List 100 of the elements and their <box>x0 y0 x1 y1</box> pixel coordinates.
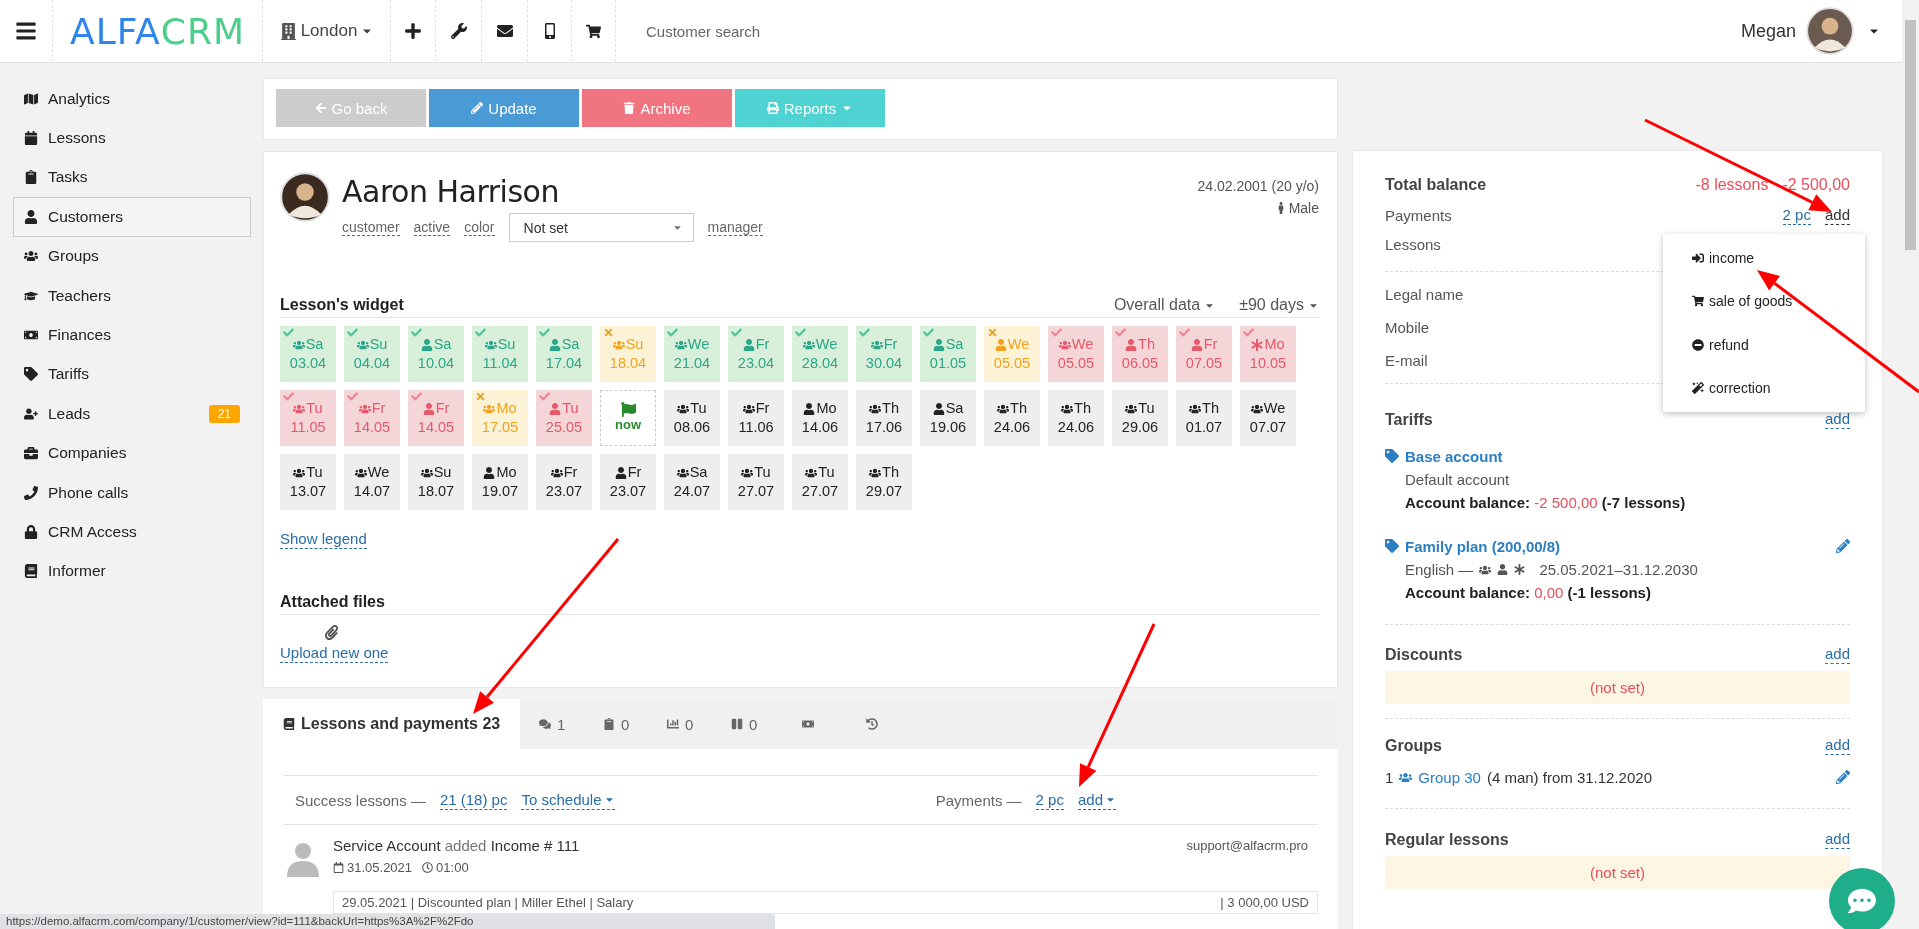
edit-button[interactable] <box>1836 539 1850 553</box>
lesson-date: 17.05 <box>481 418 519 437</box>
summary-label: Payments — <box>935 791 1022 809</box>
sidebar-item[interactable]: Analytics <box>13 79 251 119</box>
filter-dropdown[interactable]: Overall data <box>1113 296 1216 314</box>
schedule-link[interactable]: To schedule <box>521 790 615 810</box>
lesson-tile[interactable]: Tu 27.07 <box>728 454 784 510</box>
asterisk-icon <box>1514 564 1526 575</box>
field-link[interactable]: color <box>464 218 495 237</box>
add-link[interactable]: add <box>1824 645 1850 664</box>
sidebar-item[interactable]: Leads 21 <box>13 394 251 434</box>
payments-link[interactable]: 2 pc <box>1035 790 1064 810</box>
check-icon <box>539 327 550 338</box>
tab[interactable]: Lessons and payments 23 <box>263 699 521 749</box>
menu-item[interactable]: income <box>1663 236 1865 280</box>
clipboard-icon <box>603 718 615 730</box>
logo[interactable]: ALFACRM <box>70 10 245 52</box>
lesson-date: 01.07 <box>1185 418 1223 437</box>
lesson-tile[interactable]: Tu 08.06 <box>664 390 720 446</box>
add-link[interactable]: add <box>1824 736 1850 755</box>
paperclip-icon <box>324 625 339 640</box>
check-icon <box>411 327 422 338</box>
action-button[interactable]: Update <box>429 89 579 127</box>
lesson-tile[interactable]: Th 24.06 <box>984 390 1040 446</box>
tariff-link[interactable]: Base account <box>1385 447 1503 465</box>
user-name[interactable]: Megan <box>1740 20 1796 42</box>
lesson-date: 14.05 <box>417 418 455 437</box>
sidebar-item[interactable]: Customers <box>13 197 251 237</box>
field-link[interactable]: active <box>413 218 451 237</box>
lesson-tile[interactable]: Sa 24.07 <box>664 454 720 510</box>
chat-button[interactable] <box>1829 868 1895 929</box>
show-legend-link[interactable]: Show legend <box>280 530 367 549</box>
upload-link[interactable]: Upload new one <box>280 644 389 663</box>
check-icon <box>347 327 358 338</box>
lesson-date: 24.06 <box>993 418 1031 437</box>
sidebar-item[interactable]: Phone calls <box>13 472 251 513</box>
sidebar-item[interactable]: Tasks <box>13 157 251 198</box>
menu-item[interactable]: sale of goods <box>1663 279 1865 323</box>
lesson-tile[interactable]: Tu 29.06 <box>1112 390 1168 446</box>
sidebar-item[interactable]: Teachers <box>13 275 251 316</box>
lesson-tile[interactable]: Fr 23.07 <box>536 454 592 510</box>
edit-button[interactable] <box>1836 770 1850 784</box>
sidebar-item[interactable]: CRM Access <box>13 512 251 552</box>
sidebar-label: Tasks <box>48 168 88 187</box>
check-icon <box>795 327 806 338</box>
lesson-day: Su <box>369 335 388 354</box>
color-select[interactable]: Not set <box>508 213 694 242</box>
menu-item[interactable]: refund <box>1663 323 1865 367</box>
lesson-day: Sa <box>945 335 964 354</box>
lesson-tile[interactable]: We 14.07 <box>344 454 400 510</box>
lesson-tile[interactable]: Fr 23.07 <box>600 454 656 510</box>
lesson-tile[interactable]: Fr 11.06 <box>728 390 784 446</box>
check-icon <box>347 391 358 402</box>
lesson-tile[interactable]: Tu 27.07 <box>792 454 848 510</box>
check-icon <box>1051 327 1062 338</box>
field-link[interactable]: customer <box>342 218 400 237</box>
calendar-icon <box>24 131 40 146</box>
lesson-tile[interactable]: Su 18.07 <box>408 454 464 510</box>
lesson-tile[interactable]: Th 29.07 <box>856 454 912 510</box>
lesson-tile[interactable]: Mo 14.06 <box>792 390 848 446</box>
filter-dropdown[interactable]: ±90 days <box>1239 296 1319 314</box>
lesson-tile[interactable]: We 07.07 <box>1240 390 1296 446</box>
lesson-date: 25.05 <box>545 418 583 437</box>
lesson-date: 05.05 <box>993 354 1031 373</box>
add-link[interactable]: add <box>1824 830 1850 849</box>
group-link[interactable]: Group 30 <box>1418 768 1481 786</box>
people-icon <box>24 249 40 264</box>
tab[interactable]: 1 <box>520 699 585 749</box>
field-link[interactable]: manager <box>707 218 763 237</box>
row-label: Mobile <box>1385 319 1430 336</box>
tab[interactable]: 0 <box>648 699 713 749</box>
lesson-tile[interactable]: Th 17.06 <box>856 390 912 446</box>
tariff-subject: English — <box>1405 560 1474 580</box>
lesson-tile[interactable]: Mo 19.07 <box>472 454 528 510</box>
sidebar-item[interactable]: Groups <box>13 236 251 276</box>
tab[interactable]: 0 <box>584 699 649 749</box>
lesson-tile[interactable]: Th 24.06 <box>1048 390 1104 446</box>
person-icon <box>24 209 40 224</box>
sidebar-label: CRM Access <box>48 523 137 541</box>
tab[interactable]: 0 <box>712 699 777 749</box>
lesson-tile[interactable]: Tu 13.07 <box>280 454 336 510</box>
magic-wand-icon <box>1692 382 1704 395</box>
sidebar-item[interactable]: Informer <box>13 551 251 592</box>
menu-item[interactable]: correction <box>1663 366 1865 410</box>
branch-dropdown[interactable]: London <box>273 20 380 42</box>
sidebar-item[interactable]: Finances <box>13 315 251 355</box>
lesson-tile[interactable]: now <box>600 390 656 446</box>
lesson-tile[interactable]: Sa 19.06 <box>920 390 976 446</box>
tariff-link[interactable]: Family plan (200,00/8) <box>1385 537 1561 555</box>
sidebar-item[interactable]: Tariffs <box>13 354 251 395</box>
lesson-date: 29.07 <box>865 482 903 501</box>
success-lessons-link[interactable]: 21 (18) pc <box>439 790 508 810</box>
sidebar-item[interactable]: Lessons <box>13 118 251 158</box>
add-payment-link[interactable]: add <box>1077 790 1116 810</box>
row-label: E-mail <box>1385 352 1428 369</box>
row-label: Legal name <box>1385 286 1464 303</box>
sidebar-item[interactable]: Companies <box>13 433 251 473</box>
lesson-tile[interactable]: Th 01.07 <box>1176 390 1232 446</box>
building-icon <box>279 22 297 40</box>
lesson-date: 13.07 <box>289 482 327 501</box>
